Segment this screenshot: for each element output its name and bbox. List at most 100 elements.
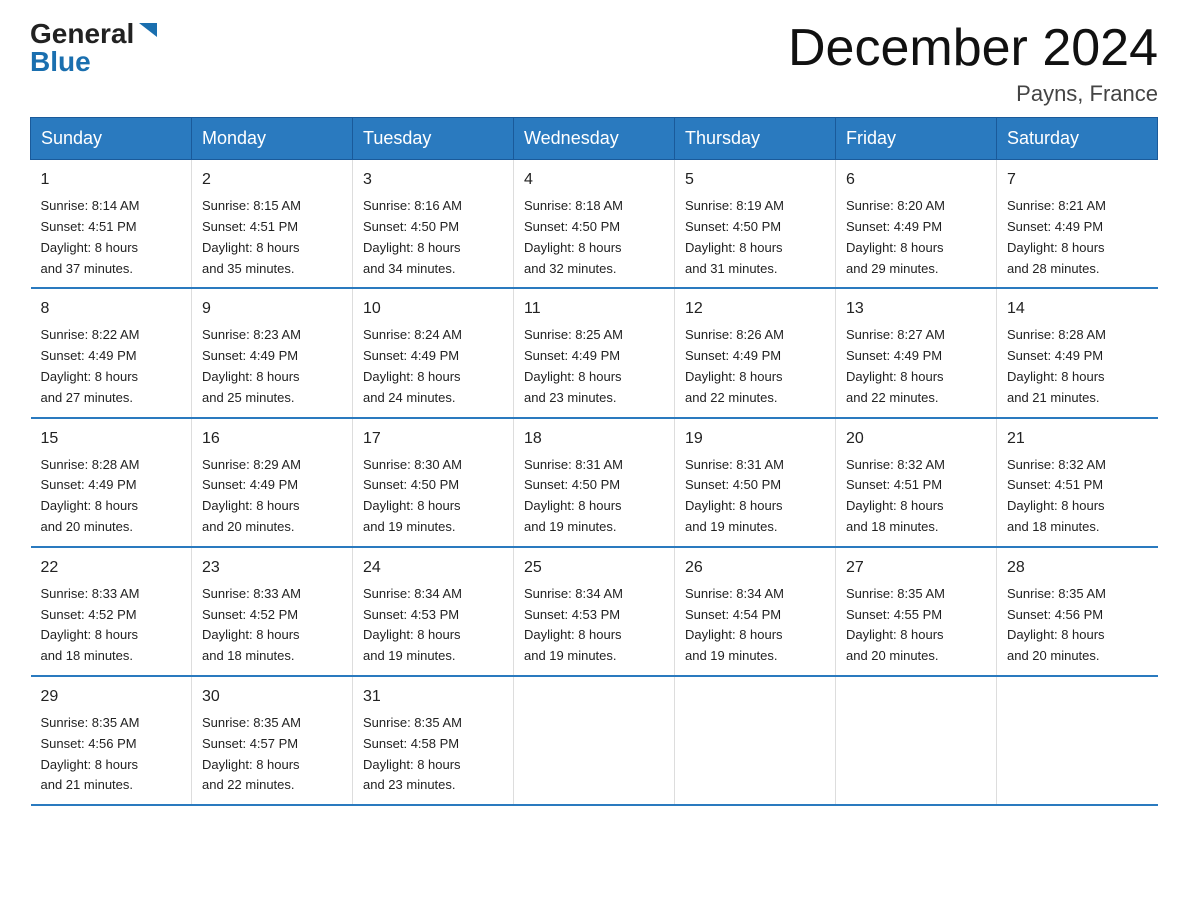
day-info: Sunrise: 8:24 AMSunset: 4:49 PMDaylight:… — [363, 327, 462, 404]
calendar-week-row: 22 Sunrise: 8:33 AMSunset: 4:52 PMDaylig… — [31, 547, 1158, 676]
day-number: 6 — [846, 168, 986, 192]
day-number: 10 — [363, 297, 503, 321]
day-number: 24 — [363, 556, 503, 580]
calendar-week-row: 15 Sunrise: 8:28 AMSunset: 4:49 PMDaylig… — [31, 418, 1158, 547]
day-number: 8 — [41, 297, 182, 321]
weekday-header-monday: Monday — [192, 118, 353, 160]
day-info: Sunrise: 8:26 AMSunset: 4:49 PMDaylight:… — [685, 327, 784, 404]
calendar-week-row: 8 Sunrise: 8:22 AMSunset: 4:49 PMDayligh… — [31, 288, 1158, 417]
day-info: Sunrise: 8:28 AMSunset: 4:49 PMDaylight:… — [1007, 327, 1106, 404]
day-number: 3 — [363, 168, 503, 192]
calendar-cell: 7 Sunrise: 8:21 AMSunset: 4:49 PMDayligh… — [997, 160, 1158, 289]
weekday-header-thursday: Thursday — [675, 118, 836, 160]
day-info: Sunrise: 8:16 AMSunset: 4:50 PMDaylight:… — [363, 198, 462, 275]
weekday-header-wednesday: Wednesday — [514, 118, 675, 160]
day-info: Sunrise: 8:35 AMSunset: 4:55 PMDaylight:… — [846, 586, 945, 663]
day-info: Sunrise: 8:28 AMSunset: 4:49 PMDaylight:… — [41, 457, 140, 534]
day-info: Sunrise: 8:35 AMSunset: 4:56 PMDaylight:… — [41, 715, 140, 792]
logo: General Blue — [30, 20, 159, 76]
calendar-cell: 10 Sunrise: 8:24 AMSunset: 4:49 PMDaylig… — [353, 288, 514, 417]
calendar-cell: 13 Sunrise: 8:27 AMSunset: 4:49 PMDaylig… — [836, 288, 997, 417]
day-info: Sunrise: 8:33 AMSunset: 4:52 PMDaylight:… — [41, 586, 140, 663]
calendar-table: SundayMondayTuesdayWednesdayThursdayFrid… — [30, 117, 1158, 806]
day-info: Sunrise: 8:30 AMSunset: 4:50 PMDaylight:… — [363, 457, 462, 534]
day-info: Sunrise: 8:33 AMSunset: 4:52 PMDaylight:… — [202, 586, 301, 663]
weekday-header-saturday: Saturday — [997, 118, 1158, 160]
weekday-header-sunday: Sunday — [31, 118, 192, 160]
weekday-header-row: SundayMondayTuesdayWednesdayThursdayFrid… — [31, 118, 1158, 160]
day-info: Sunrise: 8:14 AMSunset: 4:51 PMDaylight:… — [41, 198, 140, 275]
calendar-week-row: 1 Sunrise: 8:14 AMSunset: 4:51 PMDayligh… — [31, 160, 1158, 289]
day-info: Sunrise: 8:25 AMSunset: 4:49 PMDaylight:… — [524, 327, 623, 404]
calendar-cell: 8 Sunrise: 8:22 AMSunset: 4:49 PMDayligh… — [31, 288, 192, 417]
calendar-cell: 23 Sunrise: 8:33 AMSunset: 4:52 PMDaylig… — [192, 547, 353, 676]
day-info: Sunrise: 8:22 AMSunset: 4:49 PMDaylight:… — [41, 327, 140, 404]
day-number: 1 — [41, 168, 182, 192]
weekday-header-tuesday: Tuesday — [353, 118, 514, 160]
day-number: 18 — [524, 427, 664, 451]
calendar-subtitle: Payns, France — [788, 81, 1158, 107]
day-info: Sunrise: 8:29 AMSunset: 4:49 PMDaylight:… — [202, 457, 301, 534]
calendar-cell: 1 Sunrise: 8:14 AMSunset: 4:51 PMDayligh… — [31, 160, 192, 289]
day-info: Sunrise: 8:35 AMSunset: 4:56 PMDaylight:… — [1007, 586, 1106, 663]
day-info: Sunrise: 8:18 AMSunset: 4:50 PMDaylight:… — [524, 198, 623, 275]
calendar-cell: 6 Sunrise: 8:20 AMSunset: 4:49 PMDayligh… — [836, 160, 997, 289]
day-info: Sunrise: 8:31 AMSunset: 4:50 PMDaylight:… — [524, 457, 623, 534]
calendar-cell: 5 Sunrise: 8:19 AMSunset: 4:50 PMDayligh… — [675, 160, 836, 289]
day-number: 20 — [846, 427, 986, 451]
calendar-cell: 4 Sunrise: 8:18 AMSunset: 4:50 PMDayligh… — [514, 160, 675, 289]
logo-blue: Blue — [30, 48, 91, 76]
day-number: 26 — [685, 556, 825, 580]
day-number: 14 — [1007, 297, 1148, 321]
calendar-cell: 24 Sunrise: 8:34 AMSunset: 4:53 PMDaylig… — [353, 547, 514, 676]
calendar-cell: 11 Sunrise: 8:25 AMSunset: 4:49 PMDaylig… — [514, 288, 675, 417]
day-number: 12 — [685, 297, 825, 321]
calendar-cell: 22 Sunrise: 8:33 AMSunset: 4:52 PMDaylig… — [31, 547, 192, 676]
calendar-cell: 2 Sunrise: 8:15 AMSunset: 4:51 PMDayligh… — [192, 160, 353, 289]
day-info: Sunrise: 8:23 AMSunset: 4:49 PMDaylight:… — [202, 327, 301, 404]
calendar-cell: 31 Sunrise: 8:35 AMSunset: 4:58 PMDaylig… — [353, 676, 514, 805]
calendar-cell: 26 Sunrise: 8:34 AMSunset: 4:54 PMDaylig… — [675, 547, 836, 676]
title-block: December 2024 Payns, France — [788, 20, 1158, 107]
calendar-cell: 25 Sunrise: 8:34 AMSunset: 4:53 PMDaylig… — [514, 547, 675, 676]
calendar-cell: 20 Sunrise: 8:32 AMSunset: 4:51 PMDaylig… — [836, 418, 997, 547]
calendar-cell — [675, 676, 836, 805]
day-number: 15 — [41, 427, 182, 451]
day-number: 22 — [41, 556, 182, 580]
calendar-cell: 21 Sunrise: 8:32 AMSunset: 4:51 PMDaylig… — [997, 418, 1158, 547]
day-number: 19 — [685, 427, 825, 451]
logo-arrow-icon — [137, 21, 159, 43]
calendar-cell: 16 Sunrise: 8:29 AMSunset: 4:49 PMDaylig… — [192, 418, 353, 547]
day-info: Sunrise: 8:35 AMSunset: 4:58 PMDaylight:… — [363, 715, 462, 792]
day-info: Sunrise: 8:27 AMSunset: 4:49 PMDaylight:… — [846, 327, 945, 404]
calendar-cell — [514, 676, 675, 805]
day-number: 25 — [524, 556, 664, 580]
calendar-cell: 15 Sunrise: 8:28 AMSunset: 4:49 PMDaylig… — [31, 418, 192, 547]
calendar-cell: 9 Sunrise: 8:23 AMSunset: 4:49 PMDayligh… — [192, 288, 353, 417]
calendar-week-row: 29 Sunrise: 8:35 AMSunset: 4:56 PMDaylig… — [31, 676, 1158, 805]
calendar-cell: 27 Sunrise: 8:35 AMSunset: 4:55 PMDaylig… — [836, 547, 997, 676]
day-info: Sunrise: 8:34 AMSunset: 4:53 PMDaylight:… — [524, 586, 623, 663]
day-info: Sunrise: 8:32 AMSunset: 4:51 PMDaylight:… — [846, 457, 945, 534]
day-number: 29 — [41, 685, 182, 709]
day-info: Sunrise: 8:34 AMSunset: 4:54 PMDaylight:… — [685, 586, 784, 663]
day-number: 21 — [1007, 427, 1148, 451]
day-number: 16 — [202, 427, 342, 451]
day-number: 5 — [685, 168, 825, 192]
calendar-title: December 2024 — [788, 20, 1158, 77]
calendar-cell: 17 Sunrise: 8:30 AMSunset: 4:50 PMDaylig… — [353, 418, 514, 547]
page-header: General Blue December 2024 Payns, France — [30, 20, 1158, 107]
calendar-cell: 3 Sunrise: 8:16 AMSunset: 4:50 PMDayligh… — [353, 160, 514, 289]
day-number: 17 — [363, 427, 503, 451]
calendar-cell: 14 Sunrise: 8:28 AMSunset: 4:49 PMDaylig… — [997, 288, 1158, 417]
day-info: Sunrise: 8:19 AMSunset: 4:50 PMDaylight:… — [685, 198, 784, 275]
day-number: 31 — [363, 685, 503, 709]
day-number: 7 — [1007, 168, 1148, 192]
day-info: Sunrise: 8:15 AMSunset: 4:51 PMDaylight:… — [202, 198, 301, 275]
day-number: 4 — [524, 168, 664, 192]
logo-general: General — [30, 20, 134, 48]
calendar-cell: 30 Sunrise: 8:35 AMSunset: 4:57 PMDaylig… — [192, 676, 353, 805]
day-number: 27 — [846, 556, 986, 580]
day-number: 13 — [846, 297, 986, 321]
day-number: 23 — [202, 556, 342, 580]
